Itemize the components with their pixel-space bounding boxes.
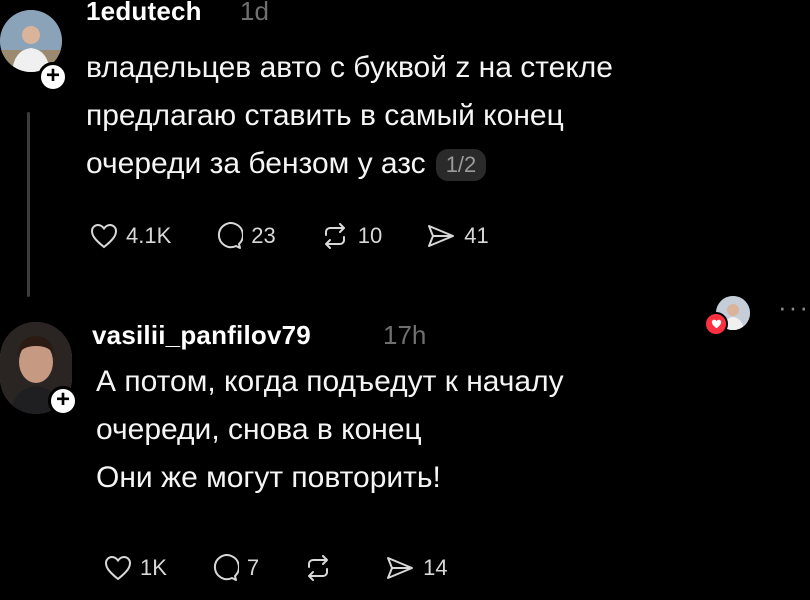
heart-icon xyxy=(104,555,132,581)
follow-plus-icon[interactable]: + xyxy=(48,386,78,416)
post-text-line-content: очереди за бензом у азс xyxy=(86,147,426,180)
share-count: 14 xyxy=(423,555,448,580)
username[interactable]: 1edutech xyxy=(86,0,202,27)
reply-count: 23 xyxy=(251,223,276,248)
post-text-line: А потом, когда подъедут к началу xyxy=(96,365,564,398)
post-text-line: очереди за бензом у азс 1/2 xyxy=(86,140,766,188)
reply-count: 7 xyxy=(246,555,260,580)
repost-icon xyxy=(308,555,329,581)
send-icon xyxy=(387,557,414,579)
post-time: 1d xyxy=(240,0,269,26)
heart-icon xyxy=(90,223,118,249)
action-bar: 4.1K 23 10 41 xyxy=(90,222,533,250)
repost-icon xyxy=(324,223,345,249)
repost-count: 10 xyxy=(357,223,383,248)
post-text-line: предлагаю ставить в самый конец xyxy=(86,99,564,132)
follow-plus-icon[interactable]: + xyxy=(38,62,68,92)
username[interactable]: vasilii_panfilov79 xyxy=(92,320,311,351)
reply-button[interactable]: 7 xyxy=(211,554,259,582)
like-button[interactable]: 4.1K xyxy=(90,223,171,249)
post-text-line: Они же могут повторить! xyxy=(96,461,441,494)
comment-icon xyxy=(218,222,244,249)
post-text-line: очереди, снова в конец xyxy=(96,413,422,446)
like-count: 4.1K xyxy=(126,223,172,248)
action-bar: 1K 7 14 xyxy=(104,554,492,582)
repost-button[interactable]: 10 xyxy=(320,223,382,249)
comment-icon xyxy=(213,554,239,581)
page-indicator: 1/2 xyxy=(435,149,487,182)
post-text: владельцев авто с буквой z на стекле пре… xyxy=(86,44,766,188)
like-button[interactable]: 1K xyxy=(104,555,167,581)
post-1edutech: + 1edutech 1d владельцев авто с буквой z… xyxy=(0,0,810,300)
like-count: 1K xyxy=(140,555,167,580)
share-button[interactable]: 14 xyxy=(385,555,448,581)
post-text-line: владельцев авто с буквой z на стекле xyxy=(86,51,613,84)
liked-heart-icon xyxy=(704,312,728,336)
post-vasilii: + vasilii_panfilov79 17h ··· А потом, ко… xyxy=(0,292,810,600)
more-options-icon[interactable]: ··· xyxy=(778,292,810,323)
post-text: А потом, когда подъедут к началу очереди… xyxy=(96,358,776,502)
share-count: 41 xyxy=(464,223,489,248)
reply-button[interactable]: 23 xyxy=(215,222,276,250)
repost-button[interactable] xyxy=(303,555,341,581)
share-button[interactable]: 41 xyxy=(426,223,489,249)
post-time: 17h xyxy=(383,320,427,350)
thread-line xyxy=(27,112,30,297)
send-icon xyxy=(428,225,455,247)
